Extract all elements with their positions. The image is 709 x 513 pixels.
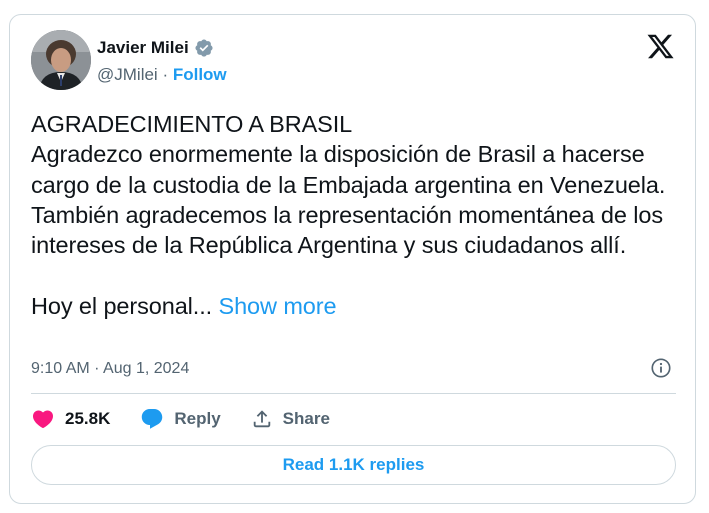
x-logo-icon[interactable] xyxy=(646,32,675,61)
author-name[interactable]: Javier Milei xyxy=(97,37,189,59)
info-icon[interactable] xyxy=(650,357,672,379)
share-button[interactable]: Share xyxy=(251,408,330,430)
reply-label: Reply xyxy=(174,409,221,428)
author-handle[interactable]: @JMilei xyxy=(97,65,158,84)
tweet-title-line: AGRADECIMIENTO A BRASIL xyxy=(31,111,353,137)
read-replies-label: Read 1.1K replies xyxy=(282,455,425,474)
divider xyxy=(31,393,676,394)
share-icon xyxy=(253,410,270,428)
follow-button[interactable]: Follow xyxy=(173,65,227,84)
author-name-row[interactable]: Javier Milei xyxy=(97,37,214,59)
avatar-image xyxy=(31,30,91,90)
share-label: Share xyxy=(282,409,330,428)
verified-badge-icon xyxy=(195,39,213,57)
like-count: 25.8K xyxy=(65,409,111,428)
reply-bubble-icon xyxy=(142,409,163,429)
separator: · xyxy=(157,65,173,84)
like-button[interactable]: 25.8K xyxy=(31,407,110,431)
tweet-timestamp[interactable]: 9:10 AM · Aug 1, 2024 xyxy=(31,359,189,379)
tweet-body: Agradezco enormemente la disposición de … xyxy=(31,141,666,259)
tweet-truncated-line: Hoy el personal... Show more xyxy=(31,291,691,321)
engagement-bar: 25.8K Reply Share xyxy=(31,405,360,433)
read-replies-button[interactable]: Read 1.1K replies xyxy=(31,445,676,485)
tweet-text: AGRADECIMIENTO A BRASIL Agradezco enormem… xyxy=(31,109,691,321)
truncated-text: Hoy el personal... xyxy=(31,292,213,319)
show-more-link[interactable]: Show more xyxy=(219,293,337,319)
heart-icon xyxy=(32,410,54,429)
reply-button[interactable]: Reply xyxy=(140,407,221,431)
tweet-embed-card: Javier Milei @JMilei · Follow AGRADECIMI… xyxy=(9,14,696,504)
author-handle-row: @JMilei · Follow xyxy=(97,64,227,86)
avatar[interactable] xyxy=(31,30,91,90)
